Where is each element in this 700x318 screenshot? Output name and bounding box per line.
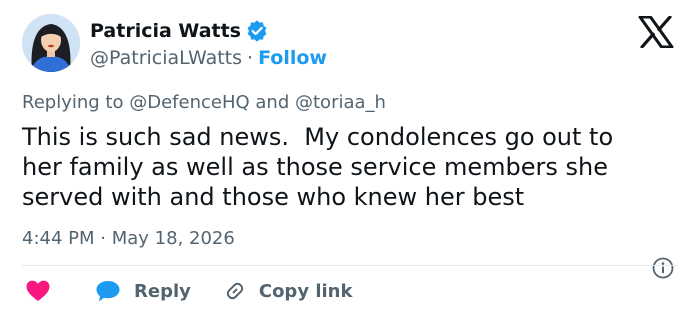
mention-link[interactable]: @toriaa_h bbox=[295, 92, 386, 113]
reply-context: Replying to @DefenceHQ and @toriaa_h bbox=[22, 92, 386, 113]
timestamp-separator: · bbox=[100, 228, 106, 249]
copy-link-button[interactable]: Copy link bbox=[223, 279, 353, 303]
avatar-image bbox=[22, 14, 80, 72]
tweet-card: Patricia Watts @PatriciaLWatts · Follow … bbox=[0, 0, 700, 318]
divider bbox=[22, 265, 678, 266]
author-handle-row: @PatriciaLWatts · Follow bbox=[90, 47, 327, 69]
tweet-date: May 18, 2026 bbox=[111, 228, 235, 249]
copy-link-label: Copy link bbox=[258, 280, 353, 302]
reply-button[interactable]: Reply bbox=[95, 279, 191, 303]
like-button[interactable] bbox=[25, 279, 51, 303]
action-bar: Reply Copy link bbox=[22, 276, 352, 306]
avatar[interactable] bbox=[22, 14, 80, 72]
tweet-text-line: served with and those who knew her best bbox=[22, 183, 525, 211]
tweet-text: This is such sad news. My condolences go… bbox=[22, 122, 682, 212]
reply-label: Reply bbox=[134, 280, 191, 302]
tweet-text-line: her family as well as those service memb… bbox=[22, 153, 609, 181]
speech-bubble-icon bbox=[95, 279, 121, 303]
tweet-timestamp[interactable]: 4:44 PM · May 18, 2026 bbox=[22, 228, 235, 249]
tweet-time: 4:44 PM bbox=[22, 228, 95, 249]
x-logo-icon[interactable] bbox=[638, 15, 674, 49]
mention-link[interactable]: @DefenceHQ bbox=[129, 92, 249, 113]
author-name-row: Patricia Watts bbox=[90, 18, 268, 44]
follow-button[interactable]: Follow bbox=[258, 47, 327, 69]
handle-separator: · bbox=[247, 47, 254, 69]
link-icon bbox=[223, 279, 247, 303]
author-handle[interactable]: @PatriciaLWatts bbox=[90, 47, 242, 69]
info-icon[interactable] bbox=[651, 256, 675, 280]
verified-badge-icon bbox=[246, 20, 268, 42]
reply-conjunction: and bbox=[255, 92, 290, 113]
reply-prefix: Replying to bbox=[22, 92, 124, 113]
author-display-name[interactable]: Patricia Watts bbox=[90, 20, 241, 42]
heart-icon bbox=[25, 279, 51, 303]
tweet-text-line: This is such sad news. My condolences go… bbox=[22, 123, 614, 151]
